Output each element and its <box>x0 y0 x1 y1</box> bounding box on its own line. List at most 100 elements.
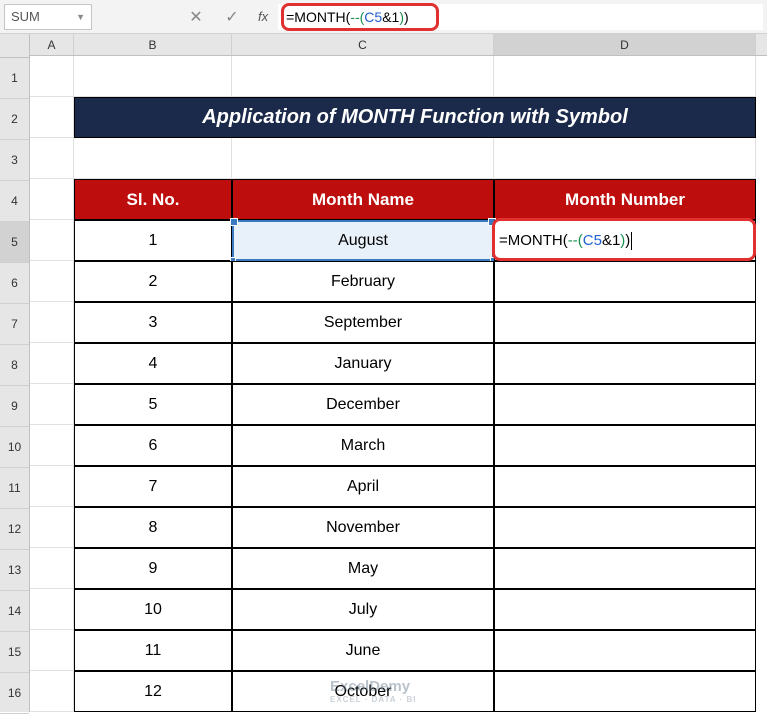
formula-bar-text: =MONTH(--(C5&1)) <box>286 9 409 25</box>
row-header-16[interactable]: 16 <box>0 673 29 714</box>
header-monthname-text: Month Name <box>312 190 414 210</box>
header-sl[interactable]: Sl. No. <box>74 179 232 220</box>
cell-C15[interactable]: June <box>232 630 494 671</box>
cell-A10[interactable] <box>30 425 74 466</box>
cell-C10[interactable]: March <box>232 425 494 466</box>
row-header-14[interactable]: 14 <box>0 591 29 632</box>
cell-C12[interactable]: November <box>232 507 494 548</box>
cell-A3[interactable] <box>30 138 74 179</box>
row-header-13[interactable]: 13 <box>0 550 29 591</box>
cell-D1[interactable] <box>494 56 756 97</box>
cell-C3[interactable] <box>232 138 494 179</box>
cell-A6[interactable] <box>30 261 74 302</box>
cell-A15[interactable] <box>30 630 74 671</box>
row-header-7[interactable]: 7 <box>0 304 29 345</box>
row-header-1[interactable]: 1 <box>0 58 29 99</box>
title-text: Application of MONTH Function with Symbo… <box>202 106 628 129</box>
cell-B9[interactable]: 5 <box>74 384 232 425</box>
col-header-D[interactable]: D <box>494 34 756 55</box>
name-box-value: SUM <box>11 9 40 24</box>
cell-A12[interactable] <box>30 507 74 548</box>
col-header-C[interactable]: C <box>232 34 494 55</box>
formula-bar-buttons: ✕ ✓ <box>186 7 242 27</box>
select-all-corner[interactable] <box>0 34 29 58</box>
cell-D7[interactable] <box>494 302 756 343</box>
title-cell[interactable]: Application of MONTH Function with Symbo… <box>74 97 756 138</box>
cell-D5[interactable]: =MONTH(--(C5&1)) <box>494 220 756 261</box>
name-box-dropdown-icon[interactable]: ▼ <box>76 12 85 22</box>
row-header-5[interactable]: 5 <box>0 222 29 263</box>
cell-A16[interactable] <box>30 671 74 712</box>
cell-A7[interactable] <box>30 302 74 343</box>
row-header-15[interactable]: 15 <box>0 632 29 673</box>
formula-bar-row: SUM ▼ ✕ ✓ fx =MONTH(--(C5&1)) <box>0 0 767 34</box>
column-header-row: A B C D <box>30 34 767 56</box>
cell-B15[interactable]: 11 <box>74 630 232 671</box>
cell-C1[interactable] <box>232 56 494 97</box>
cell-B3[interactable] <box>74 138 232 179</box>
cell-C13[interactable]: May <box>232 548 494 589</box>
cell-B6[interactable]: 2 <box>74 261 232 302</box>
cell-A13[interactable] <box>30 548 74 589</box>
name-box[interactable]: SUM ▼ <box>4 4 92 30</box>
cell-B12[interactable]: 8 <box>74 507 232 548</box>
cell-C9[interactable]: December <box>232 384 494 425</box>
row-header-2[interactable]: 2 <box>0 99 29 140</box>
formula-bar-input[interactable]: =MONTH(--(C5&1)) <box>278 4 763 30</box>
cell-B13[interactable]: 9 <box>74 548 232 589</box>
cell-B7[interactable]: 3 <box>74 302 232 343</box>
cell-A9[interactable] <box>30 384 74 425</box>
fx-icon[interactable]: fx <box>258 9 268 24</box>
row-header-9[interactable]: 9 <box>0 386 29 427</box>
cell-A2[interactable] <box>30 97 74 138</box>
cell-D11[interactable] <box>494 466 756 507</box>
cell-C6[interactable]: February <box>232 261 494 302</box>
cell-D14[interactable] <box>494 589 756 630</box>
cell-D12[interactable] <box>494 507 756 548</box>
row-header-10[interactable]: 10 <box>0 427 29 468</box>
cell-C11[interactable]: April <box>232 466 494 507</box>
cell-B14[interactable]: 10 <box>74 589 232 630</box>
cell-D13[interactable] <box>494 548 756 589</box>
cell-C14[interactable]: July <box>232 589 494 630</box>
cell-B8[interactable]: 4 <box>74 343 232 384</box>
row-header-gutter: 12345678910111213141516 <box>0 34 30 712</box>
row-header-8[interactable]: 8 <box>0 345 29 386</box>
cancel-icon[interactable]: ✕ <box>186 7 206 27</box>
cell-B16[interactable]: 12 <box>74 671 232 712</box>
row-header-3[interactable]: 3 <box>0 140 29 181</box>
sheet-cells[interactable]: Application of MONTH Function with Symbo… <box>30 56 767 712</box>
cell-B5[interactable]: 1 <box>74 220 232 261</box>
enter-icon[interactable]: ✓ <box>222 7 242 27</box>
header-month-name[interactable]: Month Name <box>232 179 494 220</box>
header-sl-text: Sl. No. <box>127 190 180 210</box>
header-month-number[interactable]: Month Number <box>494 179 756 220</box>
row-header-6[interactable]: 6 <box>0 263 29 304</box>
cell-D6[interactable] <box>494 261 756 302</box>
cell-D9[interactable] <box>494 384 756 425</box>
cell-B10[interactable]: 6 <box>74 425 232 466</box>
cell-A14[interactable] <box>30 589 74 630</box>
col-header-B[interactable]: B <box>74 34 232 55</box>
cell-A5[interactable] <box>30 220 74 261</box>
row-header-12[interactable]: 12 <box>0 509 29 550</box>
cell-A1[interactable] <box>30 56 74 97</box>
cell-C8[interactable]: January <box>232 343 494 384</box>
cell-B1[interactable] <box>74 56 232 97</box>
cell-B11[interactable]: 7 <box>74 466 232 507</box>
cell-D8[interactable] <box>494 343 756 384</box>
cell-A11[interactable] <box>30 466 74 507</box>
cell-D15[interactable] <box>494 630 756 671</box>
col-header-A[interactable]: A <box>30 34 74 55</box>
cell-A4[interactable] <box>30 179 74 220</box>
cell-C16[interactable]: October <box>232 671 494 712</box>
cell-C5[interactable]: August <box>232 220 494 261</box>
cell-A8[interactable] <box>30 343 74 384</box>
row-header-4[interactable]: 4 <box>0 181 29 222</box>
cell-D16[interactable] <box>494 671 756 712</box>
text-cursor <box>631 232 632 250</box>
row-header-11[interactable]: 11 <box>0 468 29 509</box>
cell-C7[interactable]: September <box>232 302 494 343</box>
cell-D10[interactable] <box>494 425 756 466</box>
cell-D3[interactable] <box>494 138 756 179</box>
